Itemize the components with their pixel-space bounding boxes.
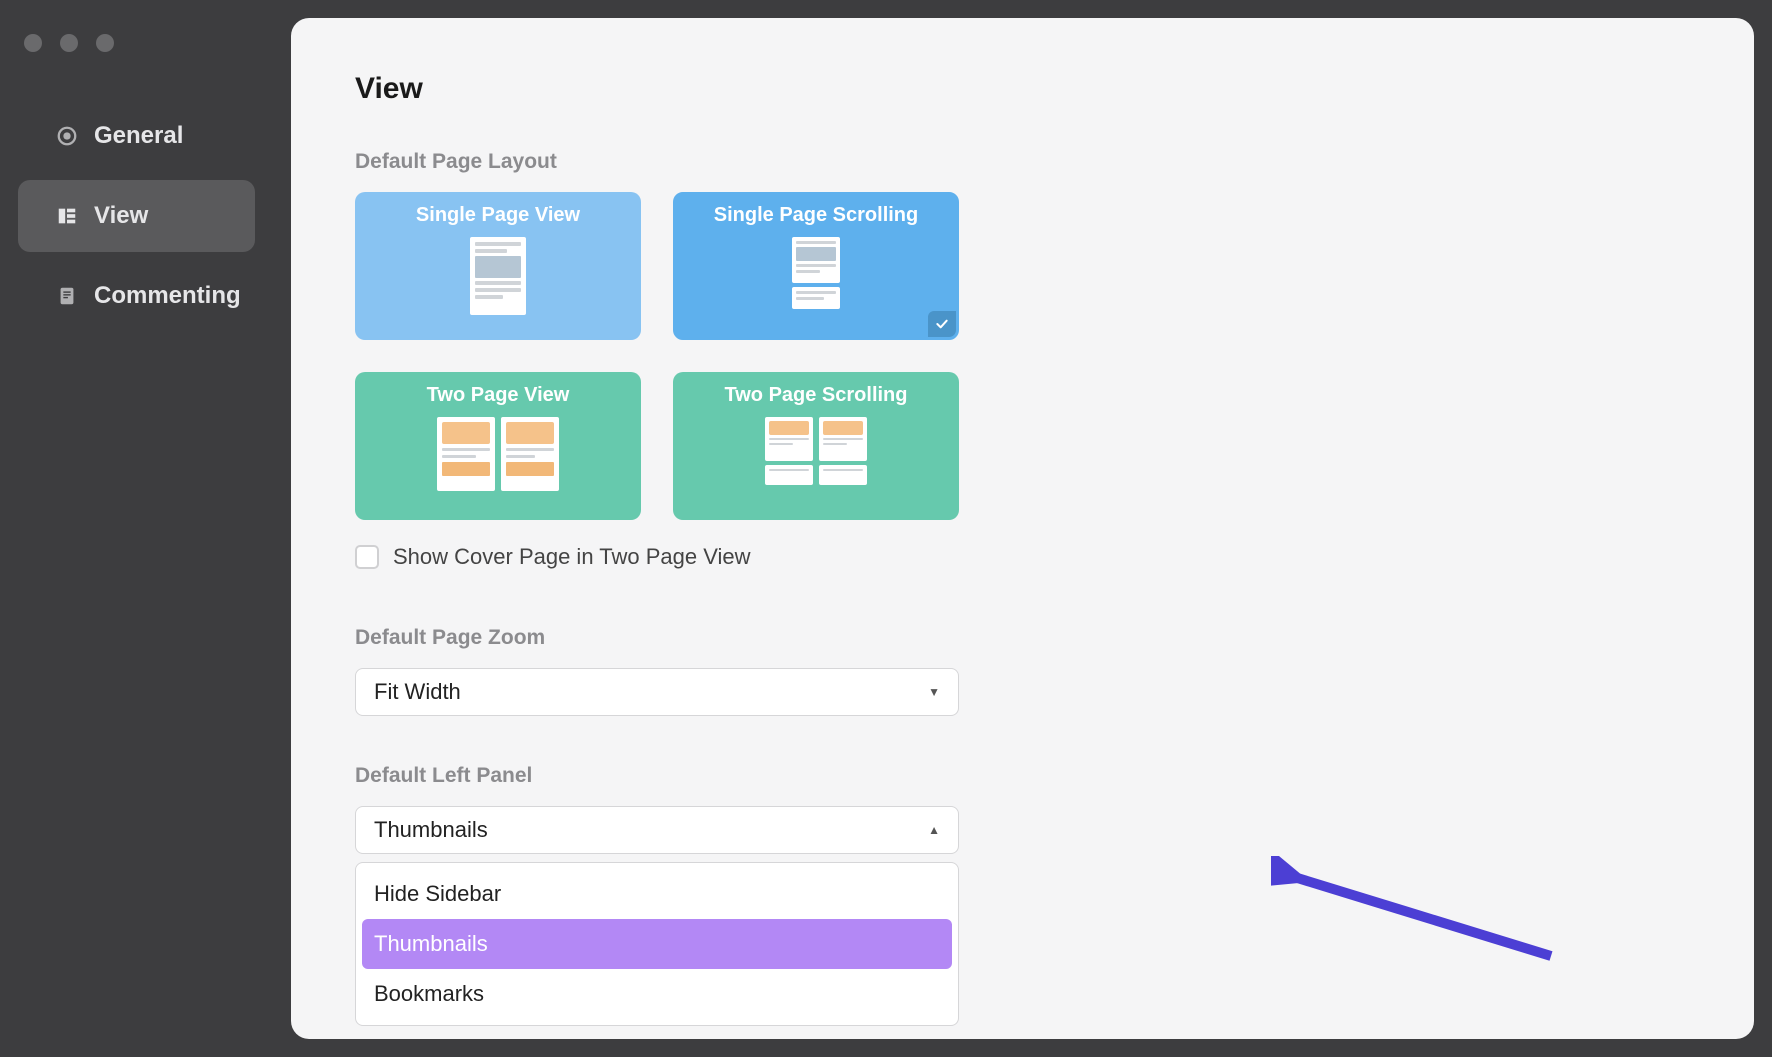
maximize-window-button[interactable] [96,34,114,52]
close-window-button[interactable] [24,34,42,52]
default-zoom-select[interactable]: Fit Width ▼ [355,668,959,716]
settings-panel: View Default Page Layout Single Page Vie… [291,18,1754,1039]
radio-icon [56,125,78,147]
layout-option-label: Single Page Scrolling [714,204,919,227]
window-controls [0,12,273,52]
chevron-up-icon: ▲ [928,823,940,837]
sidebar-item-commenting[interactable]: Commenting [18,260,255,332]
layout-option-two-page-view[interactable]: Two Page View [355,372,641,520]
left-panel-dropdown: Hide Sidebar Thumbnails Bookmarks [355,862,959,1026]
sidebar-item-view[interactable]: View [18,180,255,252]
page-layout-options: Single Page View Single Page Scrolling T… [355,192,1690,520]
sidebar-item-label: Commenting [94,282,241,310]
layout-option-single-page-view[interactable]: Single Page View [355,192,641,340]
dropdown-item-hide-sidebar[interactable]: Hide Sidebar [362,869,952,919]
section-label-zoom: Default Page Zoom [355,626,1690,650]
chevron-down-icon: ▼ [928,685,940,699]
page-title: View [355,72,1690,106]
default-left-panel-select[interactable]: Thumbnails ▲ [355,806,959,854]
cover-page-checkbox[interactable] [355,545,379,569]
layout-option-label: Two Page Scrolling [725,384,908,407]
page-illustration [470,237,526,315]
dropdown-item-bookmarks[interactable]: Bookmarks [362,969,952,1019]
layout-icon [56,205,78,227]
sidebar-item-label: General [94,122,183,150]
page-illustration [437,417,559,491]
checkbox-label: Show Cover Page in Two Page View [393,544,751,570]
page-illustration [792,237,840,309]
sidebar-item-label: View [94,202,148,230]
section-label-layout: Default Page Layout [355,150,1690,174]
settings-sidebar: General View Commenting [0,0,273,1057]
layout-option-single-page-scrolling[interactable]: Single Page Scrolling [673,192,959,340]
layout-option-two-page-scrolling[interactable]: Two Page Scrolling [673,372,959,520]
dropdown-item-thumbnails[interactable]: Thumbnails [362,919,952,969]
cover-page-option[interactable]: Show Cover Page in Two Page View [355,544,1690,570]
section-label-left-panel: Default Left Panel [355,764,1690,788]
layout-option-label: Single Page View [416,204,580,227]
minimize-window-button[interactable] [60,34,78,52]
sidebar-item-general[interactable]: General [18,100,255,172]
layout-option-label: Two Page View [427,384,570,407]
select-value: Thumbnails [374,817,488,843]
document-icon [56,285,78,307]
page-illustration [765,417,867,485]
check-icon [928,311,956,337]
select-value: Fit Width [374,679,461,705]
annotation-arrow [1271,856,1571,976]
